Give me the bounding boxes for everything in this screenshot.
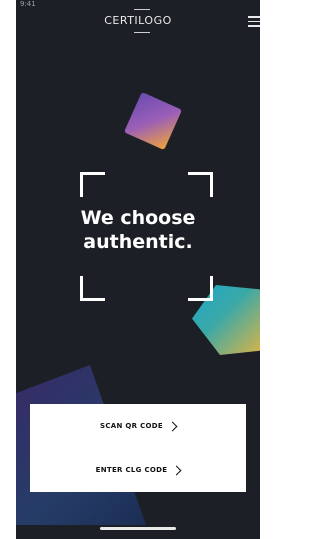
scan-frame-corner-bottom-right (188, 276, 213, 301)
scan-frame-corner-top-right (188, 172, 213, 197)
hero-line-1: We choose (80, 207, 196, 229)
action-panel: SCAN QR CODE ENTER CLG CODE (30, 404, 246, 492)
chevron-right-icon (167, 421, 178, 431)
status-time: 9:41 (20, 0, 36, 8)
app-logo: CERTILOGO (104, 14, 172, 27)
decorative-cube (123, 91, 183, 151)
hero-line-2: authentic. (83, 231, 193, 253)
app-screen: 9:41 CERTILOGO We choose authentic. SCAN… (16, 0, 260, 539)
hero-headline: We choose authentic. (16, 206, 260, 254)
scan-frame-corner-top-left (80, 172, 105, 197)
home-indicator (100, 527, 176, 530)
menu-line-3 (248, 25, 260, 27)
scan-qr-code-button[interactable]: SCAN QR CODE (30, 404, 246, 448)
enter-clg-code-label: ENTER CLG CODE (95, 466, 168, 474)
menu-line-2 (248, 20, 260, 22)
chevron-right-icon (171, 465, 182, 475)
enter-clg-code-button[interactable]: ENTER CLG CODE (30, 448, 246, 492)
scan-qr-code-label: SCAN QR CODE (100, 422, 163, 430)
scan-frame-corner-bottom-left (80, 276, 105, 301)
hamburger-menu-icon[interactable] (248, 16, 260, 28)
menu-line-1 (248, 16, 260, 18)
